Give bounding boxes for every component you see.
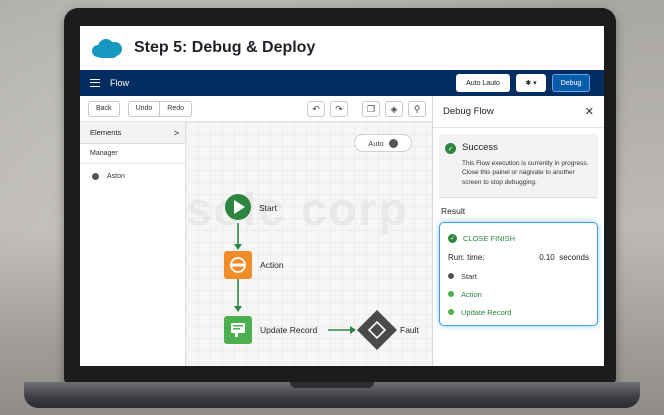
debug-panel: Debug Flow ✕ ✓ Success This Flow executi… (432, 96, 604, 366)
status-dot-icon (92, 172, 99, 180)
connector-arrow-icon (234, 306, 242, 312)
step-dot-icon (448, 309, 454, 316)
start-node-label: Start (259, 203, 277, 213)
menu-icon[interactable] (90, 79, 100, 87)
laptop-notch (290, 382, 374, 388)
screen: Step 5: Debug & Deploy Flow Auto Lauto ✱… (80, 26, 604, 366)
top-nav: Flow Auto Lauto ✱ ▾ Debug (80, 70, 604, 96)
connector-arrow-icon (234, 244, 242, 250)
runtime-row: Run: time: 0.10 seconds (448, 247, 589, 267)
auto-layout-button[interactable]: Auto Lauto (456, 74, 510, 92)
result-step: Start (448, 267, 589, 285)
fault-node-label: Fault (400, 325, 419, 335)
debug-button[interactable]: Debug (552, 74, 590, 92)
canvas-toolbar: Back Undo Redo ↶ ↷ ❐ ◈ ⚲ (80, 96, 432, 122)
result-step: Action (448, 285, 589, 303)
result-step: Update Record (448, 303, 589, 321)
sidebar-header[interactable]: Elements > (80, 122, 185, 144)
success-title: Success (462, 142, 498, 153)
action-bar-icon (231, 263, 245, 267)
gear-icon: ✱ (525, 80, 532, 87)
flow-canvas[interactable]: solc corp Auto Start Action Update Recor… (186, 122, 432, 366)
redo-button[interactable]: Redo (160, 100, 193, 117)
update-record-node-label: Update Record (260, 325, 318, 335)
result-headline: ✓ CLOSE FINISH (448, 229, 589, 247)
copy-icon[interactable]: ❐ (362, 101, 380, 117)
search-icon[interactable]: ⚲ (408, 101, 426, 117)
runtime-value: 0.10 seconds (539, 252, 589, 262)
back-button[interactable]: Back (88, 100, 120, 117)
nav-title: Flow (110, 78, 130, 88)
runtime-label: Run: time: (448, 252, 485, 262)
debug-panel-title: Debug Flow (443, 106, 494, 117)
sidebar-section: Manager (80, 144, 185, 164)
check-circle-icon: ✓ (445, 143, 456, 154)
result-heading: Result (441, 206, 466, 217)
salesforce-cloud-logo (90, 37, 124, 59)
layers-icon[interactable]: ◈ (385, 101, 403, 117)
title-bar: Step 5: Debug & Deploy (80, 26, 604, 70)
redo-arrow-icon[interactable]: ↷ (330, 101, 348, 117)
undo-arrow-icon[interactable]: ↶ (307, 101, 325, 117)
fault-node-icon[interactable] (357, 310, 397, 350)
page-title: Step 5: Debug & Deploy (134, 39, 316, 56)
step-dot-icon (448, 273, 454, 280)
chevron-down-icon: ▾ (533, 80, 537, 87)
success-text: This Flow execution is currently in prog… (462, 160, 589, 186)
sidebar-item[interactable]: Aston (80, 164, 185, 188)
success-message: ✓ Success This Flow execution is current… (439, 134, 598, 199)
chevron-right-icon[interactable]: > (174, 128, 179, 138)
close-icon[interactable]: ✕ (585, 105, 594, 118)
result-step-label: Action (461, 289, 482, 299)
result-card: ✓ CLOSE FINISH Run: time: 0.10 seconds S… (439, 222, 598, 327)
connector-arrow-icon (350, 326, 356, 334)
check-circle-icon: ✓ (448, 233, 457, 243)
step-dot-icon (448, 291, 454, 298)
undo-button[interactable]: Undo (127, 100, 161, 117)
gear-dropdown-button[interactable]: ✱ ▾ (516, 74, 546, 92)
sidebar-item-label: Aston (107, 172, 125, 180)
debug-panel-header: Debug Flow ✕ (433, 96, 604, 128)
sidebar-title: Elements (90, 128, 122, 137)
result-step-label: Update Record (461, 307, 512, 317)
result-step-label: Start (461, 271, 477, 281)
elements-sidebar: Elements > Manager Aston (80, 122, 186, 366)
action-node-label: Action (260, 260, 284, 270)
result-headline-text: CLOSE FINISH (463, 233, 516, 243)
